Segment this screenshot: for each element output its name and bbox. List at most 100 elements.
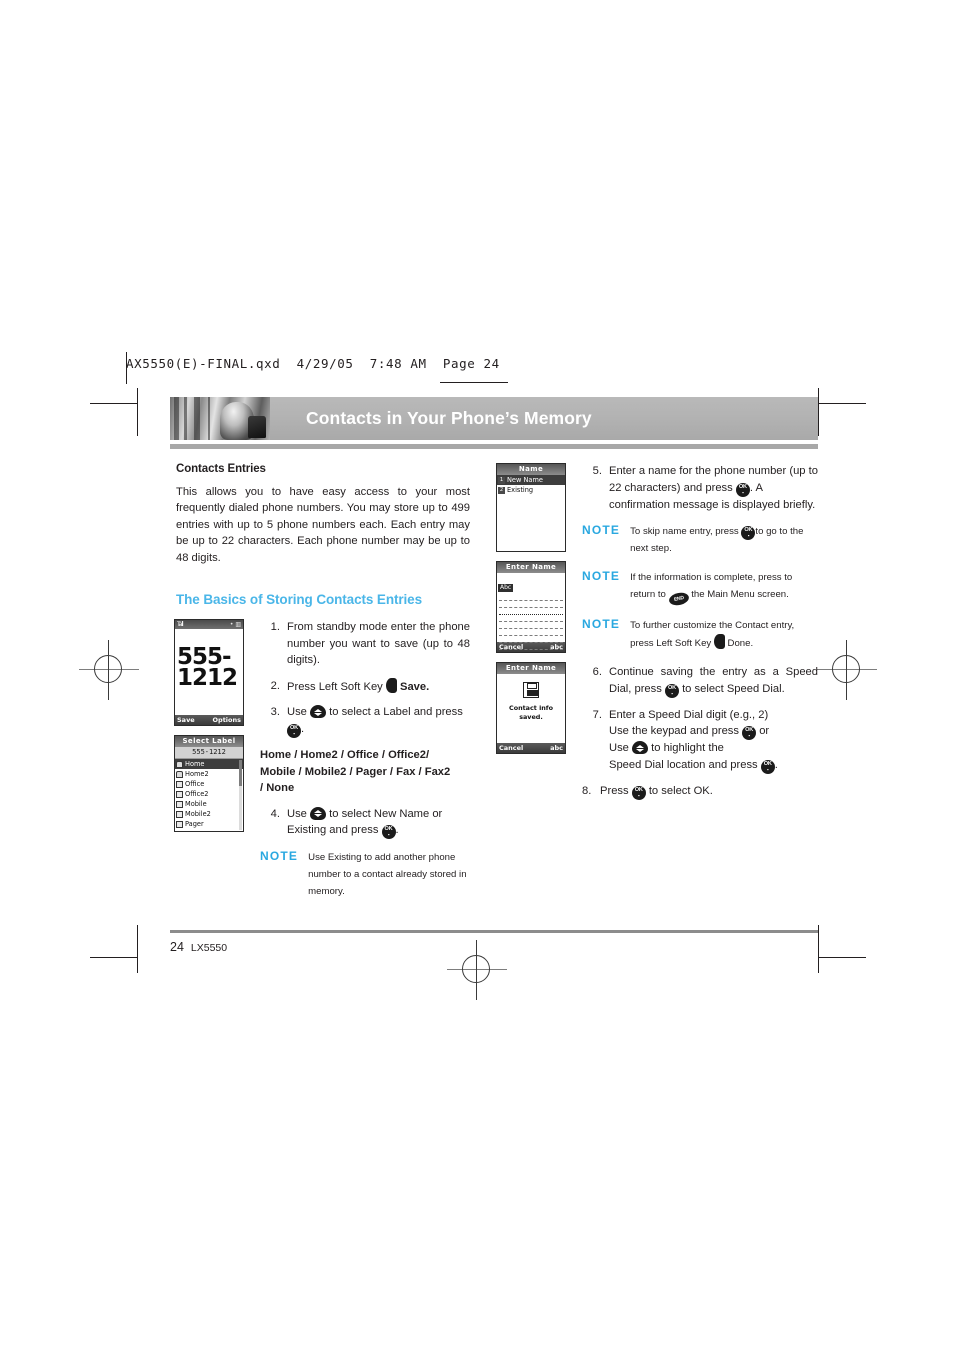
note-skip-name: NOTE To skip name entry, press OK ▪ to go …	[582, 523, 818, 557]
name-list[interactable]: 1 New Name 2 Existing	[497, 475, 565, 495]
list-number: 2	[498, 486, 505, 494]
list-item-label: New Name	[507, 476, 543, 484]
list-item[interactable]: Mobile2	[175, 809, 243, 819]
screen-subtitle-number: 555-1212	[175, 747, 243, 760]
step7-line4-after: .	[774, 758, 778, 771]
blue-heading-basics: The Basics of Storing Contacts Entries	[176, 592, 422, 608]
softkey-abc[interactable]: abc	[550, 744, 563, 752]
ok-key-bottom: ▪	[671, 690, 673, 696]
left-soft-key-icon	[713, 634, 725, 650]
step-4: 4. Use to select New Name or Existing an…	[260, 806, 470, 840]
step7-line3-before: Use	[609, 742, 629, 755]
list-item-label: Mobile2	[185, 810, 211, 819]
step7-line2-after: or	[759, 725, 770, 738]
confirmation-line2: saved.	[519, 712, 543, 721]
screen-title-enter-name: Enter Name	[497, 663, 565, 674]
list-item[interactable]: 1 New Name	[497, 475, 565, 485]
step-number: 5.	[592, 465, 602, 477]
softkey-cancel[interactable]: Cancel	[499, 744, 523, 752]
list-item[interactable]: Home	[175, 759, 243, 770]
input-mode-tag[interactable]: Abc	[498, 584, 514, 592]
step-list-left-cont: 4. Use to select New Name or Existing an…	[260, 806, 470, 840]
softkey-save[interactable]: Save	[177, 716, 195, 724]
note-label: NOTE	[260, 849, 299, 864]
nav-key-icon	[632, 741, 649, 755]
step-number: 3.	[270, 706, 280, 719]
text-entry-lines[interactable]	[497, 593, 565, 650]
step-text-before: Press Left Soft Key	[287, 680, 383, 693]
list-item[interactable]: Pager	[175, 819, 243, 829]
step7-line3: Use to highlight the	[609, 740, 818, 757]
office-icon	[176, 780, 183, 788]
note-text: If the information is complete, press to…	[630, 569, 818, 608]
header-photo	[170, 397, 270, 440]
note-label: NOTE	[582, 569, 621, 584]
list-item-label: Existing	[507, 486, 534, 494]
phone-screen-enter-name: Enter Name Abc Cancel abc	[496, 561, 566, 653]
crop-rule-bottom-left	[90, 957, 138, 958]
label-list[interactable]: Home Home2 Office Office2 Mobile Mobile2…	[175, 759, 243, 829]
step-list-right: 5. Enter a name for the phone number (up…	[582, 463, 818, 513]
step-text: Press Left Soft Key Save.	[287, 677, 470, 696]
status-bar: Tall • ▥	[175, 620, 243, 630]
confirmation-line1: Contact info	[509, 704, 553, 712]
note-text-before: To further customize the Contact entry, …	[630, 620, 795, 650]
list-item[interactable]: 2 Existing	[497, 485, 565, 495]
list-item[interactable]: Office	[175, 779, 243, 789]
ok-key-icon: OK ▪	[742, 726, 757, 741]
note-label: NOTE	[582, 523, 621, 538]
list-item-label: Office	[185, 780, 205, 789]
crop-rule-right-top	[818, 388, 819, 436]
step-number: 7.	[592, 708, 602, 721]
prepress-rule-left	[126, 352, 127, 384]
home-icon	[176, 770, 183, 778]
step7-line1: Enter a Speed Dial digit (e.g., 2)	[609, 708, 769, 721]
step-number: 8.	[582, 784, 592, 797]
step-number: 4.	[270, 807, 280, 820]
save-disk-icon	[523, 682, 539, 698]
label-options-line1: Home / Home2 / Office / Office2/	[260, 749, 430, 761]
crop-rule-bottom-right	[818, 957, 866, 958]
step-text-after: .	[395, 824, 399, 837]
crop-rule-left-top	[137, 388, 138, 436]
page-title: Contacts in Your Phone’s Memory	[306, 408, 592, 428]
scrollbar[interactable]	[239, 760, 242, 831]
phone-screen-name: Name 1 New Name 2 Existing	[496, 463, 566, 552]
prepress-rule-underline	[440, 382, 508, 383]
list-item[interactable]: Home2	[175, 769, 243, 779]
list-item[interactable]: Office2	[175, 789, 243, 799]
label-options-line3: / None	[260, 782, 295, 795]
mobile-icon	[176, 810, 183, 818]
ok-key-icon: OK ▪	[735, 482, 750, 497]
screen-title-select-label: Select Label	[175, 736, 243, 748]
nav-key-icon	[310, 806, 327, 820]
phone-screen-select-label: Select Label 555-1212 Home Home2 Office …	[174, 735, 244, 833]
prepress-header: AX5550(E)-FINAL.qxd 4/29/05 7:48 AM Page…	[126, 356, 500, 371]
step-6: 6. Continue saving the entry as a Speed …	[582, 664, 818, 698]
ok-key-bottom: ▪	[742, 489, 744, 495]
crop-rule-top-left	[90, 403, 138, 404]
standby-body: 555-1212	[175, 629, 243, 716]
step-7: 7. Enter a Speed Dial digit (e.g., 2) Us…	[582, 707, 818, 774]
step-text-after: .	[301, 723, 305, 735]
left-column: Contacts Entries This allows you to have…	[170, 463, 470, 912]
step-text-before: Press	[600, 784, 629, 797]
name-list-body: 1 New Name 2 Existing	[497, 475, 565, 551]
step-text: From standby mode enter the phone number…	[287, 621, 470, 667]
step-text: Continue saving the entry as a Speed Dia…	[609, 664, 818, 698]
phone-screen-saved: Enter Name Contact info saved. Cancel ab…	[496, 662, 566, 754]
note-customize-contact: NOTE To further customize the Contact en…	[582, 617, 818, 652]
crop-rule-top-right	[818, 403, 866, 404]
list-number: 1	[498, 476, 505, 484]
list-item-label: Pager	[185, 820, 204, 829]
ok-key-bottom: ▪	[293, 731, 295, 736]
softkey-options[interactable]: Options	[213, 716, 241, 724]
step-text-after: to select Speed Dial.	[682, 682, 785, 695]
page-header-band: Contacts in Your Phone’s Memory	[170, 397, 818, 440]
left-soft-key-icon	[385, 677, 397, 693]
list-item-label: Home2	[185, 770, 209, 779]
right-column: Name 1 New Name 2 Existing Enter Name Ab…	[496, 463, 818, 912]
note-label: NOTE	[582, 617, 621, 632]
list-item[interactable]: Mobile	[175, 799, 243, 809]
signal-icon: Tall	[177, 620, 184, 628]
